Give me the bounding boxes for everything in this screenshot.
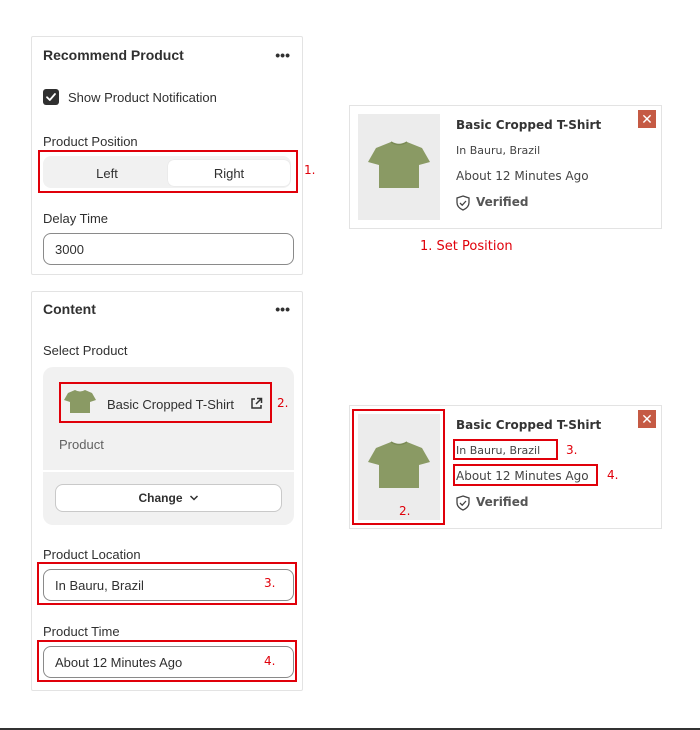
checkmark-icon: [46, 93, 56, 101]
annotation-number-4: 4.: [264, 654, 276, 668]
card-product-title: Basic Cropped T-Shirt: [456, 118, 602, 132]
product-location-label: Product Location: [43, 547, 141, 562]
annotation-number-4: 4.: [607, 468, 619, 482]
delay-time-input[interactable]: 3000: [43, 233, 294, 265]
notification-preview-card: Basic Cropped T-Shirt In Bauru, Brazil A…: [349, 105, 662, 229]
change-label: Change: [138, 491, 183, 505]
tshirt-image: [368, 141, 430, 188]
show-notification-label: Show Product Notification: [68, 90, 217, 105]
more-options-icon[interactable]: •••: [275, 302, 290, 316]
annotation-box-card-time: [453, 464, 598, 486]
product-image: [358, 114, 440, 220]
annotation-number-3: 3.: [566, 443, 578, 457]
annotation-number-1: 1.: [304, 163, 316, 177]
card-product-time: About 12 Minutes Ago: [456, 169, 589, 183]
annotation-box-product: [59, 382, 272, 423]
delay-time-label: Delay Time: [43, 211, 109, 226]
show-notification-checkbox[interactable]: [43, 89, 59, 105]
annotation-number-2: 2.: [277, 396, 289, 410]
shield-check-icon: [456, 495, 470, 511]
divider: [43, 470, 294, 472]
product-time-label: Product Time: [43, 624, 120, 639]
chevron-down-icon: [189, 495, 198, 501]
annotation-box-card-location: [453, 439, 558, 460]
close-icon[interactable]: ✕: [638, 410, 656, 428]
card-product-title: Basic Cropped T-Shirt: [456, 418, 602, 432]
card-product-location: In Bauru, Brazil: [456, 144, 541, 157]
annotation-box-position: [38, 150, 298, 193]
product-position-label: Product Position: [43, 134, 138, 149]
select-product-label: Select Product: [43, 343, 128, 358]
card-verified-label: Verified: [476, 195, 529, 209]
product-type-label: Product: [59, 437, 104, 452]
annotation-caption: 1. Set Position: [420, 239, 513, 254]
content-panel: Content ••• Select Product Basic Cropped…: [31, 291, 303, 691]
annotation-box-time: [37, 640, 297, 682]
panel-title: Recommend Product: [43, 47, 184, 63]
change-product-button[interactable]: Change: [55, 484, 282, 512]
card-verified-label: Verified: [476, 495, 529, 509]
annotation-number-2: 2.: [399, 504, 411, 518]
annotation-box-location: [37, 562, 297, 605]
shield-check-icon: [456, 195, 470, 211]
panel-title: Content: [43, 301, 96, 317]
annotation-number-3: 3.: [264, 576, 276, 590]
close-icon[interactable]: ✕: [638, 110, 656, 128]
more-options-icon[interactable]: •••: [275, 48, 290, 62]
